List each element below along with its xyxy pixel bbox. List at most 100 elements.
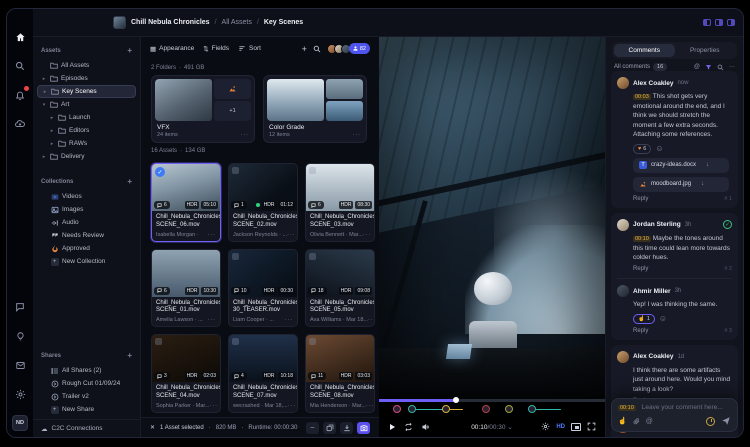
sidebar-item-episodes[interactable]: ▸Episodes: [33, 72, 140, 85]
search-icon[interactable]: [12, 58, 28, 74]
asset-card[interactable]: 10 HDR00:30 Chill_Nebula_Chronicles_30_T…: [228, 249, 298, 328]
loop-icon[interactable]: [404, 423, 413, 431]
mention-at-icon[interactable]: @: [646, 418, 653, 425]
more-icon[interactable]: ···: [353, 132, 362, 138]
filter-icon[interactable]: [705, 64, 712, 71]
pip-icon[interactable]: [571, 423, 581, 431]
timestamp-toggle-icon[interactable]: [706, 417, 715, 426]
checkbox[interactable]: [309, 338, 316, 345]
comment-marker[interactable]: [505, 405, 513, 413]
more-icon[interactable]: ···: [368, 317, 374, 323]
folder-card-color-grade[interactable]: Color Grade 12 items···: [263, 75, 367, 143]
comment-marker[interactable]: [442, 405, 450, 413]
collection-audio[interactable]: Audio: [33, 216, 140, 229]
fields-button[interactable]: ⇅Fields: [203, 45, 229, 53]
asset-card[interactable]: 11 HDR03:03 Chill_Nebula_Chronicles_SCEN…: [305, 334, 375, 413]
send-button[interactable]: [721, 416, 731, 426]
camera-button[interactable]: [357, 422, 370, 434]
add-reaction-icon[interactable]: ☺: [655, 144, 663, 153]
attachment-doc[interactable]: Tcrazy-ideas.docx↓: [633, 158, 729, 173]
sidebar-item-launch[interactable]: ▸Launch: [33, 111, 140, 124]
more-icon[interactable]: ···: [208, 317, 217, 323]
add-reaction-icon[interactable]: ☺: [659, 314, 667, 323]
more-icon[interactable]: ···: [241, 132, 250, 138]
appearance-button[interactable]: ▦Appearance: [150, 45, 194, 53]
add-share-icon[interactable]: +: [127, 351, 132, 360]
comment-marker[interactable]: [482, 405, 490, 413]
checkbox[interactable]: [309, 253, 316, 260]
asset-card[interactable]: 6 HDR10:30 Chill_Nebula_Chronicles_SCENE…: [151, 249, 221, 328]
remove-button[interactable]: –: [306, 422, 319, 434]
download-button[interactable]: [340, 422, 353, 434]
checkbox[interactable]: [309, 167, 316, 174]
attach-paperclip-icon[interactable]: [633, 417, 640, 425]
more-icon[interactable]: ···: [210, 403, 219, 409]
asset-card[interactable]: 6 HDR08:30 Chill_Nebula_Chronicles_SCENE…: [305, 163, 375, 242]
checkbox[interactable]: [155, 253, 162, 260]
reply-button[interactable]: Reply: [633, 328, 648, 334]
settings-gear-icon[interactable]: [12, 386, 28, 402]
tab-comments[interactable]: Comments: [614, 44, 675, 57]
comment-marker[interactable]: [408, 405, 416, 413]
sidebar-item-raws[interactable]: ▸RAWs: [33, 137, 140, 150]
fullscreen-icon[interactable]: [587, 422, 596, 431]
user-avatar[interactable]: ND: [12, 415, 28, 431]
sidebar-item-all-assets[interactable]: All Assets: [33, 59, 140, 72]
reply-button[interactable]: Reply: [633, 266, 648, 272]
compare-versions-button[interactable]: [323, 422, 336, 434]
quality-badge[interactable]: HD: [556, 424, 565, 430]
share-new[interactable]: +New Share: [33, 403, 140, 416]
folder-card-vfx[interactable]: +1 VFX 24 items···: [151, 75, 255, 143]
member-count-badge[interactable]: 82: [349, 43, 370, 54]
play-button[interactable]: [388, 423, 396, 431]
volume-icon[interactable]: [421, 423, 430, 431]
help-bulb-icon[interactable]: [12, 328, 28, 344]
asset-card[interactable]: 3 HDR02:03 Chill_Nebula_Chronicles_SCENE…: [151, 334, 221, 413]
tab-properties[interactable]: Properties: [675, 44, 736, 57]
share-all-shares[interactable]: All Shares (2): [33, 364, 140, 377]
comment[interactable]: Alex Coakley now 00:03This shot gets ver…: [611, 71, 738, 208]
collection-needs-review[interactable]: Needs Review: [33, 229, 140, 242]
search-assets-icon[interactable]: [313, 45, 321, 53]
more-icon[interactable]: ···: [287, 232, 296, 238]
sort-button[interactable]: Sort: [238, 45, 261, 52]
sidebar-item-key-scenes[interactable]: ▸Key Scenes: [37, 85, 136, 98]
more-icon[interactable]: ···: [363, 232, 372, 238]
asset-card[interactable]: 4 HDR10:18 Chill_Nebula_Chronicles_SCENE…: [228, 334, 298, 413]
toggle-center-panel-icon[interactable]: [715, 19, 723, 26]
member-avatars[interactable]: 82: [327, 43, 370, 54]
sidebar-item-editors[interactable]: ▸Editors: [33, 124, 140, 137]
more-icon[interactable]: ···: [366, 403, 374, 409]
share-rough-cut[interactable]: Rough Cut 01/09/24: [33, 377, 140, 390]
more-icon[interactable]: ···: [285, 317, 294, 323]
mention-icon[interactable]: @: [694, 64, 700, 70]
more-icon[interactable]: ···: [729, 64, 735, 70]
c2c-connections[interactable]: ☁C2C Connections: [33, 419, 140, 437]
inbox-envelope-icon[interactable]: [12, 357, 28, 373]
like-icon[interactable]: ☝: [618, 417, 627, 425]
composer-timestamp-chip[interactable]: 00:10: [618, 405, 636, 411]
add-collection-icon[interactable]: +: [127, 177, 132, 186]
progress-bar[interactable]: [379, 399, 605, 402]
reply-button[interactable]: Reply: [633, 196, 648, 202]
search-comments-icon[interactable]: [717, 64, 724, 71]
collection-approved[interactable]: Approved: [33, 242, 140, 255]
chat-icon[interactable]: [12, 299, 28, 315]
share-trailer[interactable]: Trailer v2: [33, 390, 140, 403]
more-icon[interactable]: ···: [288, 403, 297, 409]
breadcrumb-all-assets[interactable]: All Assets: [222, 19, 252, 26]
add-icon[interactable]: +: [302, 44, 307, 54]
add-asset-icon[interactable]: +: [127, 46, 132, 55]
breadcrumb-project[interactable]: Chill Nebula Chronicles: [131, 19, 210, 26]
checkbox[interactable]: [155, 338, 162, 345]
player-settings-gear-icon[interactable]: [541, 422, 550, 431]
reaction-chip[interactable]: ♥6: [633, 144, 651, 154]
checkbox[interactable]: [232, 167, 239, 174]
playhead[interactable]: [453, 397, 459, 403]
collection-images[interactable]: Images: [33, 203, 140, 216]
notifications-bell-icon[interactable]: [12, 87, 28, 103]
asset-card[interactable]: 18 HDR09:08 Chill_Nebula_Chronicles_SCEN…: [305, 249, 375, 328]
checkbox[interactable]: [232, 338, 239, 345]
timestamp-chip[interactable]: 00:10: [633, 236, 651, 242]
timestamp-chip[interactable]: 00:03: [633, 94, 651, 100]
